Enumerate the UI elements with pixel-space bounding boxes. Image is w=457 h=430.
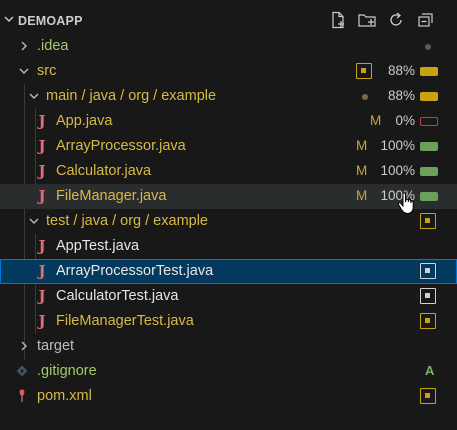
untracked-dot-icon [425, 44, 431, 50]
folder-label: main / java / org / example [46, 88, 217, 104]
chevron-down-icon[interactable] [18, 65, 30, 77]
coverage-bar [420, 117, 438, 126]
chevron-down-icon[interactable] [3, 13, 15, 25]
chevron-right-icon[interactable] [18, 340, 30, 352]
git-icon [16, 365, 28, 377]
modified-dot-icon [362, 94, 368, 100]
file-label: CalculatorTest.java [56, 288, 179, 304]
tree-item-pom-xml[interactable]: pom.xml [0, 384, 457, 409]
tree-item-test-package[interactable]: test / java / org / example [0, 209, 457, 234]
java-file-icon: J [38, 187, 46, 205]
coverage-percent: 100% [380, 138, 415, 153]
java-file-icon: J [38, 312, 46, 330]
tree-item-arrayprocessor-java[interactable]: J ArrayProcessor.java M 100% [0, 134, 457, 282]
coverage-square-icon [420, 288, 436, 304]
tree-item-arrayprocessortest-java[interactable]: J ArrayProcessorTest.java [0, 259, 457, 284]
tree-item-filemanager-java[interactable]: J FileManager.java M 100% [0, 184, 457, 209]
file-label: App.java [56, 113, 113, 129]
folder-label: .idea [37, 38, 69, 54]
refresh-icon[interactable] [386, 10, 406, 30]
folder-label: test / java / org / example [46, 213, 208, 229]
coverage-bar [420, 167, 438, 176]
maven-icon [19, 389, 25, 402]
coverage-square-icon [356, 63, 372, 79]
new-folder-icon[interactable] [357, 10, 377, 30]
java-file-icon: J [38, 262, 46, 280]
chevron-down-icon[interactable] [28, 215, 40, 227]
file-label: ArrayProcessor.java [56, 138, 186, 154]
chevron-down-icon[interactable] [28, 90, 40, 102]
folder-label: target [37, 338, 75, 354]
file-label: .gitignore [37, 363, 97, 379]
coverage-bar [420, 192, 438, 201]
tree-item-app-java[interactable]: J App.java M 0% [0, 109, 457, 134]
chevron-right-icon[interactable] [18, 40, 30, 52]
tree-item-calculator-java[interactable]: J Calculator.java M 100% [0, 159, 457, 184]
git-status-badge: M [356, 188, 368, 203]
tree-item-calculatortest-java[interactable]: J CalculatorTest.java [0, 284, 457, 309]
hand-cursor-icon [397, 192, 414, 215]
tree-item-idea[interactable]: .idea [0, 34, 457, 59]
coverage-square-icon [420, 388, 436, 404]
git-status-badge: M [356, 138, 368, 153]
java-file-icon: J [38, 112, 46, 130]
new-file-icon[interactable] [328, 10, 348, 30]
java-file-icon: J [38, 137, 46, 155]
file-label: ArrayProcessorTest.java [56, 263, 214, 279]
file-label: Calculator.java [56, 163, 152, 179]
coverage-percent: 100% [380, 163, 415, 178]
file-label: FileManager.java [56, 188, 167, 204]
java-file-icon: J [38, 287, 46, 305]
coverage-percent: 0% [395, 113, 415, 128]
coverage-square-icon [420, 313, 436, 329]
tree-item-target[interactable]: target [0, 334, 457, 359]
java-file-icon: J [38, 237, 46, 255]
explorer-title[interactable]: DEMOAPP [18, 14, 83, 28]
coverage-percent: 88% [387, 88, 415, 103]
tree-item-src[interactable]: src 88% [0, 59, 457, 84]
explorer-actions [328, 10, 435, 30]
folder-label: src [37, 63, 57, 79]
tree-item-main-package[interactable]: main / java / org / example 88% [0, 84, 457, 109]
coverage-square-icon [420, 213, 436, 229]
file-label: pom.xml [37, 388, 92, 404]
java-file-icon: J [38, 162, 46, 180]
git-status-badge: A [425, 363, 435, 378]
coverage-percent: 88% [387, 63, 415, 78]
coverage-bar [420, 142, 438, 151]
tree-item-filemanagertest-java[interactable]: J FileManagerTest.java [0, 309, 457, 334]
tree-item-gitignore[interactable]: .gitignore A [0, 359, 457, 384]
git-status-badge: M [370, 113, 382, 128]
coverage-bar [420, 67, 438, 76]
coverage-bar [420, 92, 438, 101]
collapse-all-icon[interactable] [415, 10, 435, 30]
tree-item-apptest-java[interactable]: J AppTest.java [0, 234, 457, 259]
git-status-badge: M [356, 163, 368, 178]
coverage-square-icon [420, 263, 436, 279]
file-label: FileManagerTest.java [56, 313, 194, 329]
file-label: AppTest.java [56, 238, 140, 254]
